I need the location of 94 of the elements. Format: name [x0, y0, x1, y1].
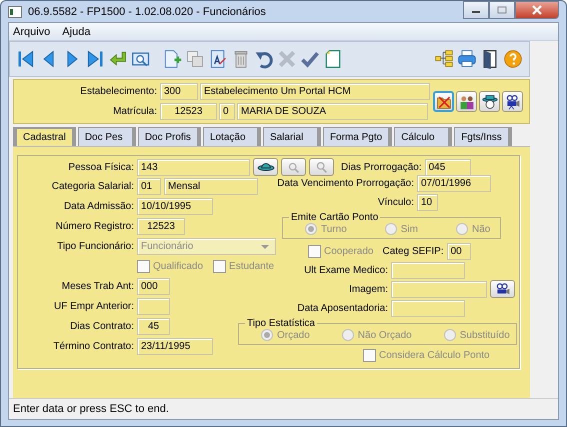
radio-label: Sim [400, 224, 418, 234]
field-label: UF Empr Anterior: [52, 300, 134, 312]
field-label: Dias Prorrogação: [341, 162, 422, 172]
hat-lookup-button[interactable] [253, 158, 278, 176]
close-button[interactable] [515, 1, 559, 19]
projector-button[interactable] [490, 280, 515, 298]
radio-label: Não [472, 224, 490, 234]
tab[interactable]: Fgts/Inss [454, 127, 512, 146]
input-field[interactable]: 12523 [137, 218, 185, 234]
input-field[interactable]: MARIA DE SOUZA [237, 103, 428, 120]
checkmark-icon[interactable] [300, 49, 320, 69]
app-icon [8, 6, 22, 18]
field-label: Matrícula: [112, 106, 157, 117]
projector-button[interactable] [502, 91, 523, 112]
new-document-icon[interactable] [162, 49, 182, 69]
hat-figure-button[interactable] [479, 91, 500, 112]
group-title: Emite Cartão Ponto [290, 212, 380, 223]
field-label: Imagem: [348, 284, 388, 294]
menu-item[interactable]: Ajuda [62, 26, 90, 38]
radio-label: Turno [321, 224, 347, 234]
group-title: Tipo Estatística [246, 318, 316, 329]
input-field[interactable]: 143 [137, 158, 250, 176]
projector-icon [504, 94, 520, 110]
search-icon [315, 160, 328, 174]
input-field[interactable] [391, 300, 465, 316]
radio-label: Não Orçado [358, 330, 412, 340]
tab[interactable]: Doc Profis [138, 127, 201, 146]
hat-figure-icon [482, 94, 498, 110]
maximize-button[interactable] [489, 1, 515, 19]
input-field[interactable]: Estabelecimento Um Portal HCM [200, 83, 430, 100]
input-field[interactable]: 12523 [160, 103, 217, 120]
input-field[interactable] [137, 298, 170, 314]
field-label: Data Vencimento Prorrogação: [276, 178, 414, 188]
tab[interactable]: Cálculo [394, 127, 452, 146]
tab[interactable]: Doc Pes [78, 127, 136, 146]
tab[interactable]: Lotação [202, 127, 261, 146]
folder-cross-icon [436, 94, 452, 110]
last-record-icon[interactable] [85, 49, 105, 69]
minimize-button[interactable] [463, 1, 489, 19]
checkbox-label: Qualificado [153, 260, 204, 272]
checkbox-label: Cooperado [324, 246, 374, 256]
hat-icon [256, 160, 274, 174]
input-field[interactable]: 23/11/1995 [137, 338, 213, 354]
menu-item[interactable]: Arquivo [13, 26, 50, 38]
input-field[interactable]: 07/01/1996 [417, 174, 491, 192]
window-title: 06.9.5582 - FP1500 - 1.02.08.020 - Funcionários [28, 6, 266, 18]
input-field[interactable]: 000 [137, 278, 170, 294]
help-icon[interactable] [503, 49, 523, 69]
people-button[interactable] [456, 91, 477, 112]
field-label: Ult Exame Medico: [303, 264, 388, 276]
projector-icon [494, 282, 510, 296]
people-icon [458, 94, 474, 110]
checkbox-label: Considera Cálculo Ponto [379, 350, 490, 360]
input-field[interactable] [391, 262, 465, 278]
printer-icon[interactable] [457, 49, 477, 69]
checkbox-label: Estudante [229, 260, 274, 272]
field-label: Categoria Salarial: [50, 180, 134, 192]
edit-document-icon[interactable] [208, 49, 228, 69]
radio-label: Orçado [277, 330, 310, 340]
field-label: Estabelecimento: [79, 86, 157, 97]
magnifier-icon [287, 160, 300, 174]
tab[interactable]: Salarial [262, 127, 321, 146]
close-icon [532, 5, 542, 15]
input-field[interactable]: 45 [137, 318, 170, 334]
maximize-icon [497, 6, 507, 14]
field-label: Dias Contrato: [69, 320, 134, 332]
field-label: Número Registro: [54, 220, 134, 232]
field-label: Categ SEFIP: [382, 246, 444, 256]
field-label: Vínculo: [376, 196, 414, 208]
input-field[interactable]: 0 [219, 103, 235, 120]
first-record-icon[interactable] [16, 49, 36, 69]
blank-document-icon[interactable] [323, 49, 343, 69]
input-field[interactable]: 10 [417, 194, 438, 210]
input-field[interactable] [391, 280, 487, 298]
input-field[interactable]: 045 [424, 158, 471, 176]
tab[interactable]: Cadastral [13, 127, 76, 146]
tab[interactable]: Forma Pgto [322, 127, 392, 146]
input-field[interactable]: 00 [446, 242, 471, 260]
folder-cancel-button[interactable] [433, 91, 454, 112]
radio-label: Substituído [460, 330, 510, 340]
dropdown-arrow-icon [261, 244, 269, 248]
field-label: Pessoa Física: [67, 162, 134, 172]
search-button[interactable] [309, 158, 334, 176]
field-label: Meses Trab Ant: [60, 280, 134, 292]
tree-icon[interactable] [434, 49, 454, 69]
input-field[interactable]: 300 [160, 83, 198, 100]
field-label: Data Admissão: [62, 200, 134, 212]
undo-icon[interactable] [254, 49, 274, 69]
input-field[interactable]: 01 [137, 178, 161, 194]
input-field[interactable]: Mensal [164, 178, 258, 194]
field-label: Término Contrato: [52, 340, 134, 352]
input-field[interactable]: 10/10/1995 [137, 198, 213, 214]
field-label: Data Aposentadoria: [296, 302, 388, 314]
field-label: Tipo Funcionário: [56, 240, 134, 252]
